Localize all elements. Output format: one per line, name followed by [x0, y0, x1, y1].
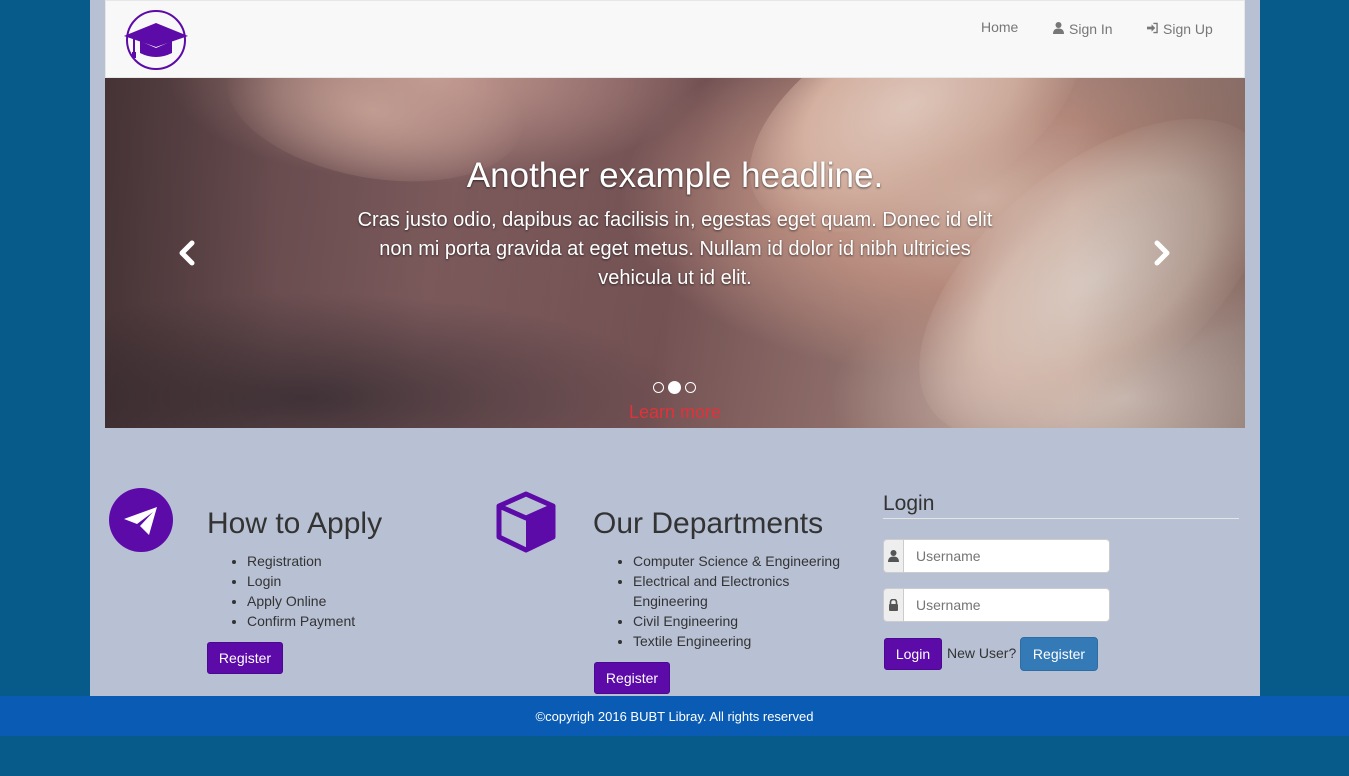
apply-register-button[interactable]: Register — [207, 642, 283, 674]
password-input[interactable] — [903, 588, 1110, 622]
carousel-indicators — [653, 381, 696, 394]
chevron-left-icon — [179, 240, 195, 266]
list-item: Login — [247, 571, 457, 591]
copyright-text: ©copyrigh 2016 BUBT Libray. All rights r… — [535, 708, 814, 724]
password-group — [883, 588, 1110, 622]
username-input[interactable] — [903, 539, 1110, 573]
carousel-prev-button[interactable] — [173, 238, 203, 268]
nav-home-label: Home — [981, 19, 1019, 35]
user-icon — [1053, 21, 1064, 37]
list-item: Apply Online — [247, 591, 457, 611]
user-icon — [883, 539, 903, 573]
carousel-indicator-3[interactable] — [685, 382, 696, 393]
login-button[interactable]: Login — [884, 638, 942, 670]
how-to-apply-title: How to Apply — [207, 507, 383, 540]
cube-icon — [495, 491, 557, 553]
navbar: Home Sign In Sign Up — [105, 0, 1245, 78]
chevron-right-icon — [1154, 240, 1170, 266]
apply-steps-list: Registration Login Apply Online Confirm … — [227, 551, 457, 631]
learn-more-link[interactable]: Learn more — [330, 402, 1020, 423]
nav-sign-up-label: Sign Up — [1163, 21, 1213, 37]
carousel-text: Cras justo odio, dapibus ac facilisis in… — [357, 209, 993, 289]
divider — [883, 518, 1239, 519]
lock-icon — [883, 588, 903, 622]
list-item: Computer Science & Engineering — [633, 551, 853, 571]
carousel-caption: Another example headline. Cras justo odi… — [330, 156, 1020, 422]
list-item: Registration — [247, 551, 457, 571]
hero-carousel: Another example headline. Cras justo odi… — [105, 78, 1245, 428]
carousel-headline: Another example headline. — [466, 156, 884, 195]
carousel-indicator-2[interactable] — [668, 381, 681, 394]
nav-home[interactable]: Home — [981, 19, 1018, 35]
username-group — [883, 539, 1110, 573]
carousel-indicator-1[interactable] — [653, 382, 664, 393]
list-item: Electrical and Electronics Engineering — [633, 571, 853, 611]
nav-sign-in[interactable]: Sign In — [1053, 21, 1113, 37]
our-departments-title: Our Departments — [593, 507, 824, 540]
footer: ©copyrigh 2016 BUBT Libray. All rights r… — [0, 696, 1349, 736]
graduation-cap-icon[interactable] — [122, 9, 190, 71]
new-user-label: New User? — [947, 645, 1017, 661]
nav-sign-in-label: Sign In — [1069, 21, 1113, 37]
login-title: Login — [883, 492, 935, 515]
list-item: Civil Engineering — [633, 611, 853, 631]
paper-plane-icon — [109, 488, 173, 552]
departments-list: Computer Science & Engineering Electrica… — [613, 551, 853, 651]
list-item: Confirm Payment — [247, 611, 457, 631]
register-button[interactable]: Register — [1020, 637, 1098, 671]
nav-sign-up[interactable]: Sign Up — [1147, 21, 1213, 37]
sign-in-arrow-icon — [1147, 21, 1158, 37]
departments-register-button[interactable]: Register — [594, 662, 670, 694]
carousel-next-button[interactable] — [1146, 238, 1176, 268]
list-item: Textile Engineering — [633, 631, 853, 651]
